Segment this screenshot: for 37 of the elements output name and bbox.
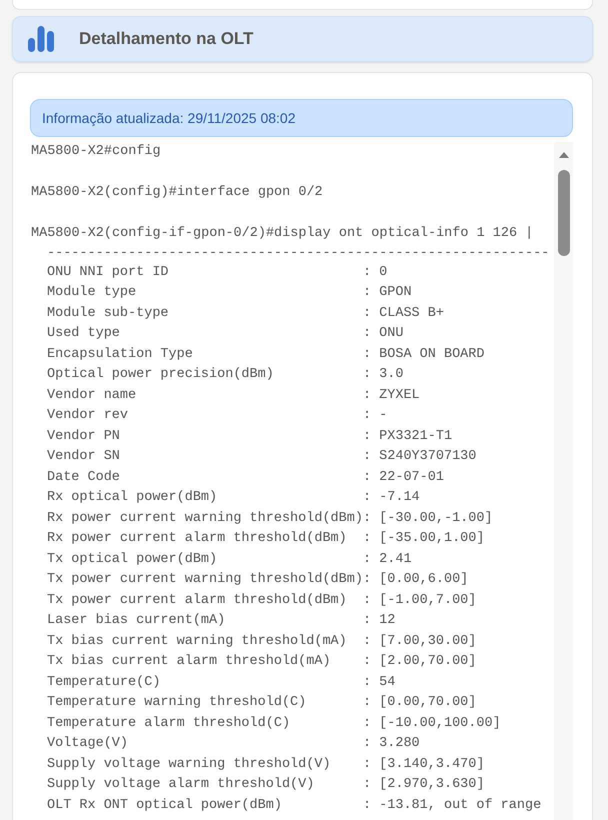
output-line: Vendor rev : - xyxy=(47,408,388,423)
output-line: Tx optical power(dBm) : 2.41 xyxy=(47,552,412,566)
info-banner: Informação atualizada: 29/11/2025 08:02 xyxy=(30,99,573,137)
output-line: Tx bias current alarm threshold(mA) : [2.00,70.00] xyxy=(47,654,476,669)
output-line: Rx power current alarm threshold(dBm) : [-35.00,1.00] xyxy=(47,531,484,546)
output-line: Tx power current alarm threshold(dBm) : [-1.00,7.00] xyxy=(47,592,476,608)
output-line: Vendor PN : PX3321-T1 xyxy=(47,428,452,444)
output-line: Date Code : 22-07-01 xyxy=(47,470,444,484)
output-line: Supply voltage warning threshold(V) : [3.140,3.470] xyxy=(47,756,484,772)
bar-chart-icon xyxy=(28,26,54,52)
section-title: Detalhamento na OLT xyxy=(79,29,254,49)
separator-line: -------------------------------------------------------------- xyxy=(47,246,550,260)
output-line: OLT Rx ONT optical power(dBm) : -13.81, out of range xyxy=(47,798,542,812)
command-line: MA5800-X2(config-if-gpon-0/2)#display ont optical-info 1 126 | xyxy=(31,226,534,241)
output-line: Optical power precision(dBm) : 3.0 xyxy=(47,367,404,382)
output-line: Tx bias current warning threshold(mA) : [7.00,30.00] xyxy=(47,634,476,648)
output-line: Vendor name : ZYXEL xyxy=(47,388,420,402)
output-line: Encapsulation Type : BOSA ON BOARD xyxy=(47,346,484,362)
output-line: Module sub-type : CLASS B+ xyxy=(47,306,444,320)
output-line: Supply voltage alarm threshold(V) : [2.970,3.630] xyxy=(47,777,484,792)
output-line: Temperature warning threshold(C) : [0.00,70.00] xyxy=(47,695,476,710)
output-line: ONU NNI port ID : 0 xyxy=(47,264,388,280)
output-line: Temperature(C) : 54 xyxy=(47,674,396,690)
output-line: Temperature alarm threshold(C) : [-10.00,100.00] xyxy=(47,716,501,730)
output-line: Laser bias current(mA) : 12 xyxy=(47,613,396,628)
output-line: Vendor SN : S240Y3707130 xyxy=(47,449,476,464)
output-line: Rx optical power(dBm) : -7.14 xyxy=(47,490,420,505)
output-line: Used type : ONU xyxy=(47,326,404,341)
output-line: Module type : GPON xyxy=(47,285,412,300)
output-line: Voltage(V) : 3.280 xyxy=(47,736,420,751)
output-line: Tx power current warning threshold(dBm): [0.00,6.00] xyxy=(47,572,468,587)
command-line: MA5800-X2(config)#interface gpon 0/2 xyxy=(31,185,323,200)
command-line: MA5800-X2#config xyxy=(31,144,161,159)
scrollbar-thumb[interactable] xyxy=(558,170,570,256)
scroll-up-arrow-icon[interactable] xyxy=(558,152,568,158)
output-line: Rx power current warning threshold(dBm): [-30.00,-1.00] xyxy=(47,510,493,526)
scrollbar[interactable] xyxy=(554,142,573,820)
